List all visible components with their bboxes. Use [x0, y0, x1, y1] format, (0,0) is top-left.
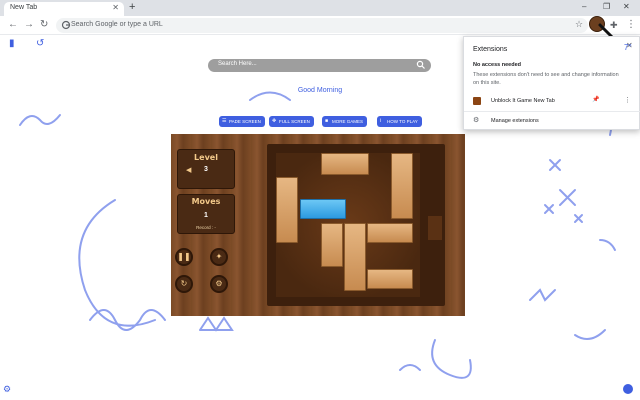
info-circle-icon[interactable] [623, 384, 633, 394]
info-icon: i [380, 118, 382, 124]
puzzle-grid [276, 153, 420, 297]
tab-new-tab[interactable]: New Tab ✕ [4, 2, 124, 16]
games-icon: ■ [325, 118, 329, 124]
tab-close-icon[interactable]: ✕ [112, 3, 119, 12]
how-to-play-button[interactable]: i HOW TO PLAY [377, 116, 422, 127]
bookmark-star-icon[interactable]: ☆ [575, 19, 583, 29]
extension-icon [473, 97, 481, 105]
pause-button[interactable]: ❚❚ [175, 248, 193, 266]
no-access-heading: No access needed [473, 62, 521, 68]
search-icon[interactable] [416, 60, 426, 70]
wood-block[interactable] [344, 223, 366, 291]
back-icon[interactable]: ← [8, 18, 18, 32]
full-screen-button[interactable]: ✥ FULL SCREEN [269, 116, 314, 127]
extensions-puzzle-icon[interactable]: ✚ [610, 20, 618, 30]
google-icon [61, 20, 71, 30]
settings-button[interactable]: ⚙ [210, 275, 228, 293]
wood-block[interactable] [321, 223, 343, 267]
toolbar: ← → ↻ Search Google or type a URL ☆ [0, 16, 640, 35]
restart-button[interactable]: ↻ [175, 275, 193, 293]
more-options-icon[interactable]: ⋮ [624, 96, 631, 104]
settings-gear-icon[interactable]: ⚙ [3, 384, 11, 395]
close-window-button[interactable]: ✕ [623, 1, 630, 13]
menu-dots-icon[interactable]: ⋮ [626, 19, 636, 31]
level-label: Level [194, 153, 218, 162]
pin-icon[interactable]: 📌 [592, 96, 599, 103]
extension-name[interactable]: Unblock It Game New Tab [491, 98, 555, 104]
moves-label: Moves [191, 197, 221, 206]
no-access-description: These extensions don't need to see and c… [473, 72, 619, 86]
more-games-button[interactable]: ■ MORE GAMES [322, 116, 368, 127]
search-input[interactable]: Search Here... [218, 61, 257, 67]
key-block[interactable] [300, 199, 346, 219]
browser-window: New Tab ✕ + – ❐ ✕ ← → ↻ Search Google or… [0, 0, 640, 400]
reload-icon[interactable]: ↻ [40, 18, 48, 32]
level-value: 3 [204, 166, 208, 173]
wood-block[interactable] [367, 223, 413, 243]
game-canvas[interactable]: Level ◀ 3 Moves 1 Record : - ❚❚ ✦ ↻ ⚙ [171, 134, 465, 316]
board-exit [428, 216, 442, 240]
moves-panel: Moves 1 Record : - [177, 194, 235, 234]
gear-icon: ⚙ [473, 117, 480, 124]
omnibox-placeholder: Search Google or type a URL [71, 21, 163, 28]
page-search-bar[interactable]: Search Here... [208, 59, 431, 72]
history-icon[interactable]: ↺ [36, 38, 44, 49]
wood-block[interactable] [367, 269, 413, 289]
forward-icon[interactable]: → [24, 18, 34, 32]
record-text: Record : - [196, 225, 216, 230]
wood-block[interactable] [391, 153, 413, 219]
puzzle-board [267, 144, 445, 306]
popup-divider [464, 111, 640, 112]
tab-title: New Tab [10, 4, 38, 11]
extensions-popup: Extensions ✕ No access needed These exte… [463, 36, 640, 130]
minimize-button[interactable]: – [582, 1, 586, 13]
wood-block[interactable] [321, 153, 369, 175]
weather-temperature: 7° [624, 43, 632, 52]
hint-button[interactable]: ✦ [210, 248, 228, 266]
level-panel: Level ◀ 3 [177, 149, 235, 189]
list-icon: ☰ [222, 118, 227, 124]
restore-button[interactable]: ❐ [603, 1, 610, 13]
popup-title: Extensions [473, 46, 508, 53]
bookmark-icon[interactable]: ▮ [9, 38, 15, 49]
omnibox[interactable]: Search Google or type a URL [56, 18, 588, 33]
moves-value: 1 [204, 212, 208, 219]
manage-extensions-link[interactable]: Manage extensions [491, 118, 539, 124]
pade-screen-button[interactable]: ☰ PADE SCREEN [219, 116, 265, 127]
fullscreen-icon: ✥ [272, 118, 277, 124]
new-tab-button[interactable]: + [129, 1, 135, 14]
wood-block[interactable] [276, 177, 298, 243]
tab-strip: New Tab ✕ + – ❐ ✕ [0, 0, 640, 16]
